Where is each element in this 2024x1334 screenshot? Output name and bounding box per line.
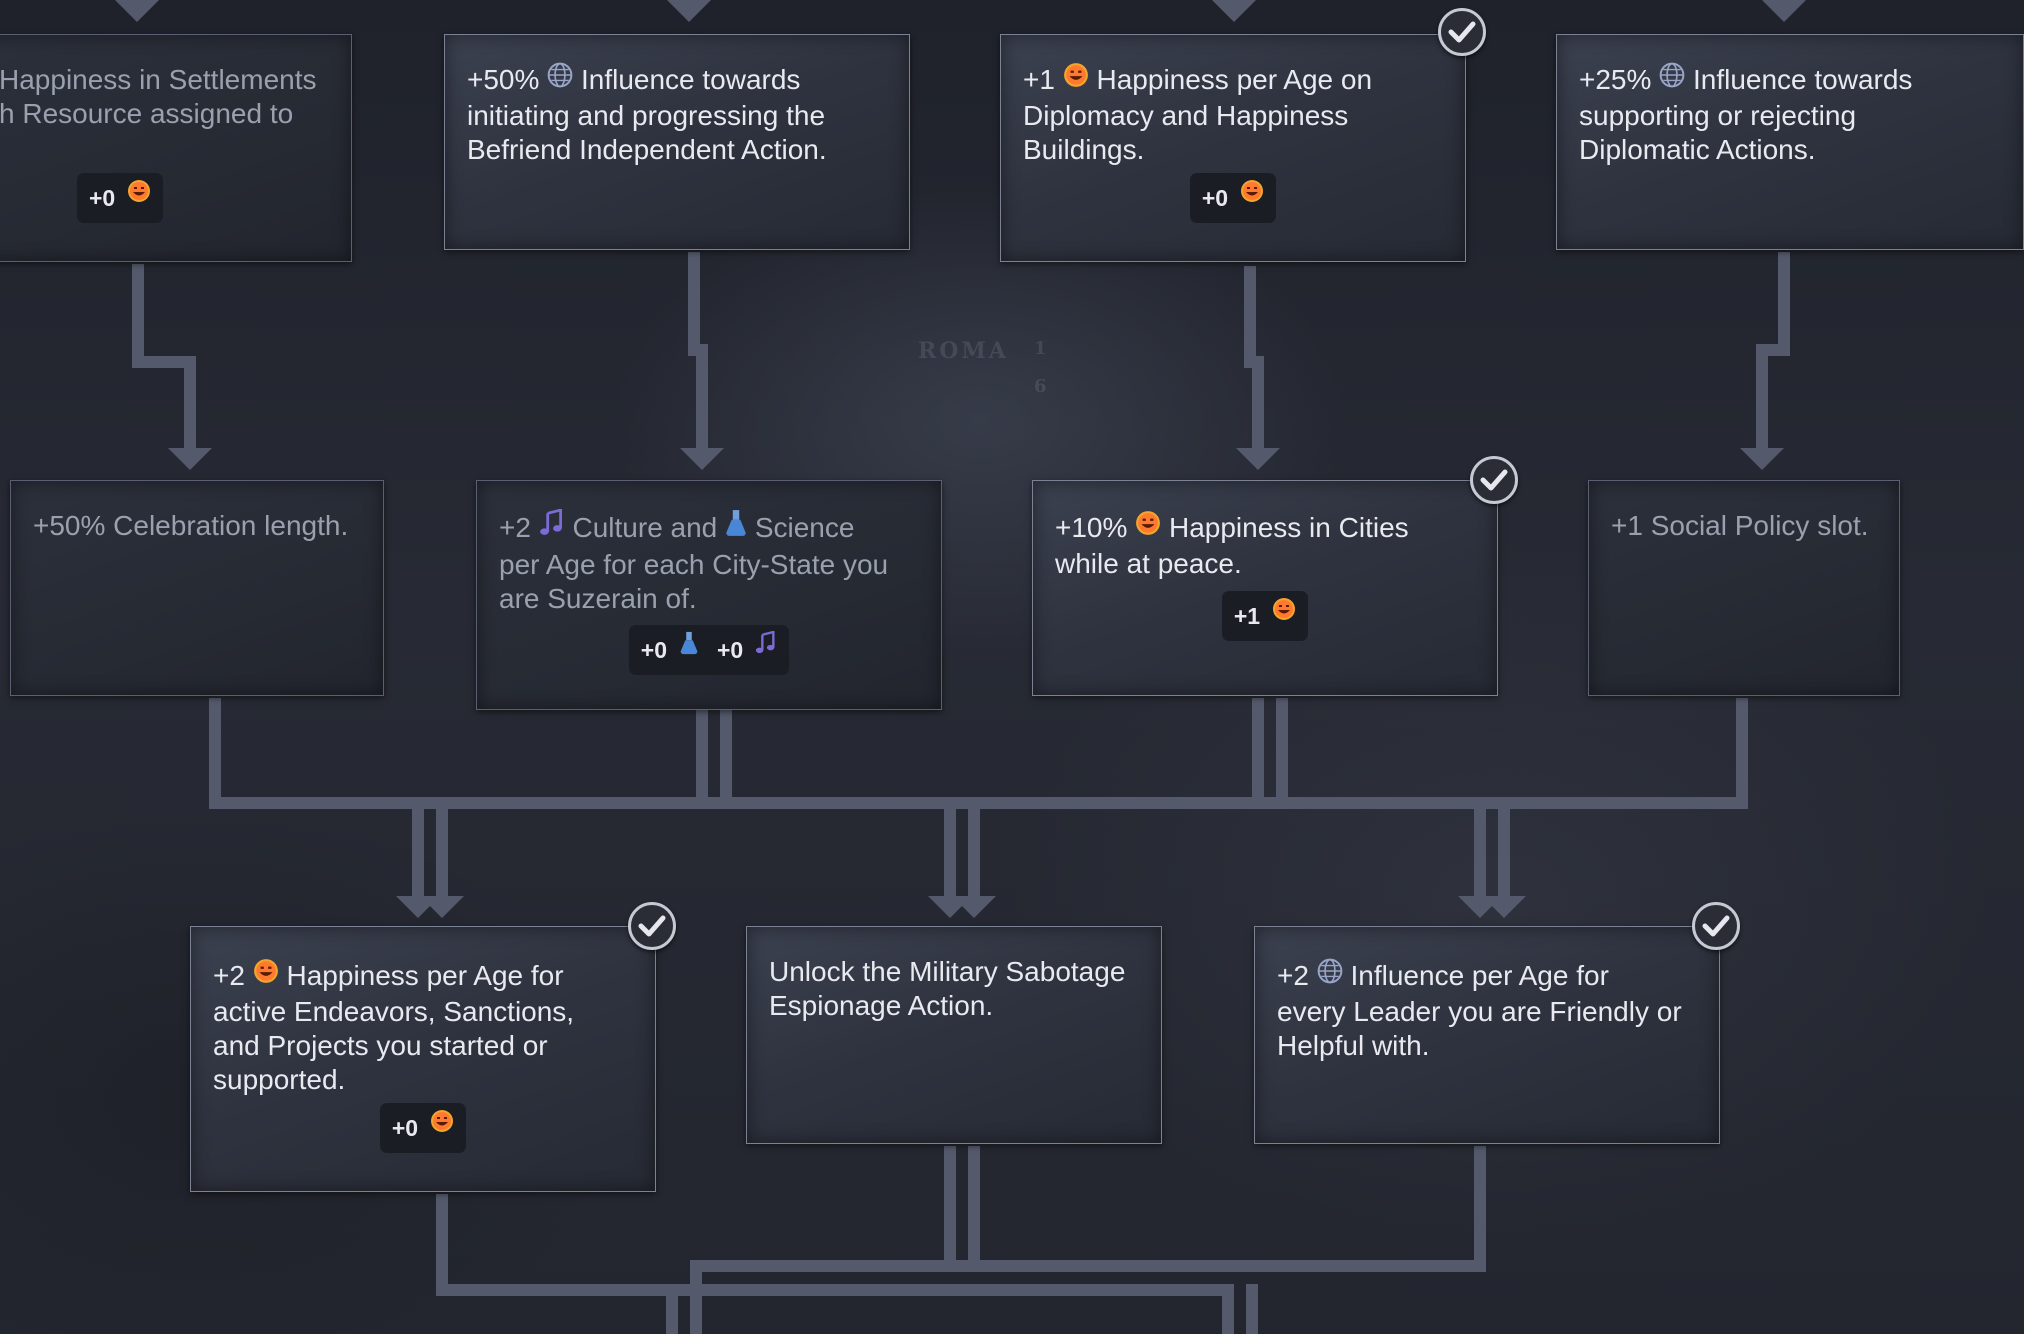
tree-node-diplomacy-buildings[interactable]: +1 Happiness per Age on Diplomacy and Ha…	[1000, 34, 1466, 262]
node-prefix: +2	[1277, 960, 1309, 991]
tree-node-friendly-leaders-influence[interactable]: +2 Influence per Age for every Leader yo…	[1254, 926, 1720, 1144]
happiness-icon	[1272, 596, 1296, 630]
yield-badge: +1	[1221, 591, 1309, 641]
completed-check-icon	[1470, 456, 1518, 504]
tree-node-befriend-influence[interactable]: +50% Influence towards initiating and pr…	[444, 34, 910, 250]
happiness-icon	[1063, 62, 1089, 96]
tree-node-celebration-length[interactable]: +50% Celebration length.	[10, 480, 384, 696]
tree-node-happiness-settlements[interactable]: Happiness in Settlements h Resource assi…	[0, 34, 352, 262]
node-description: +1 Social Policy slot.	[1611, 510, 1869, 541]
yield-badge: +0 +0	[628, 625, 790, 675]
tree-node-military-sabotage[interactable]: Unlock the Military Sabotage Espionage A…	[746, 926, 1162, 1144]
node-description: +50% Celebration length.	[33, 510, 349, 541]
node-prefix: +10%	[1055, 512, 1128, 543]
yield-badge: +0	[77, 173, 164, 223]
happiness-icon	[253, 958, 279, 992]
science-icon	[725, 509, 747, 545]
tree-node-endeavors-sanctions[interactable]: +2 Happiness per Age for active Endeavor…	[190, 926, 656, 1192]
completed-check-icon	[1692, 902, 1740, 950]
yield-badge: +0	[379, 1103, 467, 1153]
tree-node-happiness-peace[interactable]: +10% Happiness in Cities while at peace.…	[1032, 480, 1498, 696]
tree-node-diplomatic-actions-influence[interactable]: +25% Influence towards supporting or rej…	[1556, 34, 2024, 250]
influence-icon	[1317, 958, 1343, 992]
node-mid-text: Culture and	[572, 512, 726, 543]
happiness-icon	[1240, 178, 1264, 212]
node-description: Happiness in Settlements h Resource assi…	[0, 64, 317, 129]
node-prefix: +25%	[1579, 64, 1652, 95]
node-prefix: +50%	[467, 64, 540, 95]
tree-node-city-state-suzerain[interactable]: +2 Culture and Science per Age for each …	[476, 480, 942, 710]
culture-icon	[539, 507, 565, 545]
completed-check-icon	[1438, 8, 1486, 56]
completed-check-icon	[628, 902, 676, 950]
tree-node-social-policy-slot[interactable]: +1 Social Policy slot.	[1588, 480, 1900, 696]
yield-badge: +0	[1189, 173, 1277, 223]
node-prefix: +2	[499, 512, 531, 543]
science-icon	[679, 630, 699, 664]
node-prefix: +1	[1023, 64, 1055, 95]
culture-icon	[755, 630, 777, 664]
node-prefix: +2	[213, 960, 245, 991]
happiness-icon	[1135, 510, 1161, 544]
happiness-icon	[430, 1108, 454, 1142]
happiness-icon	[127, 178, 151, 212]
influence-icon	[1659, 62, 1685, 96]
node-description: Unlock the Military Sabotage Espionage A…	[769, 956, 1126, 1021]
influence-icon	[547, 62, 573, 96]
